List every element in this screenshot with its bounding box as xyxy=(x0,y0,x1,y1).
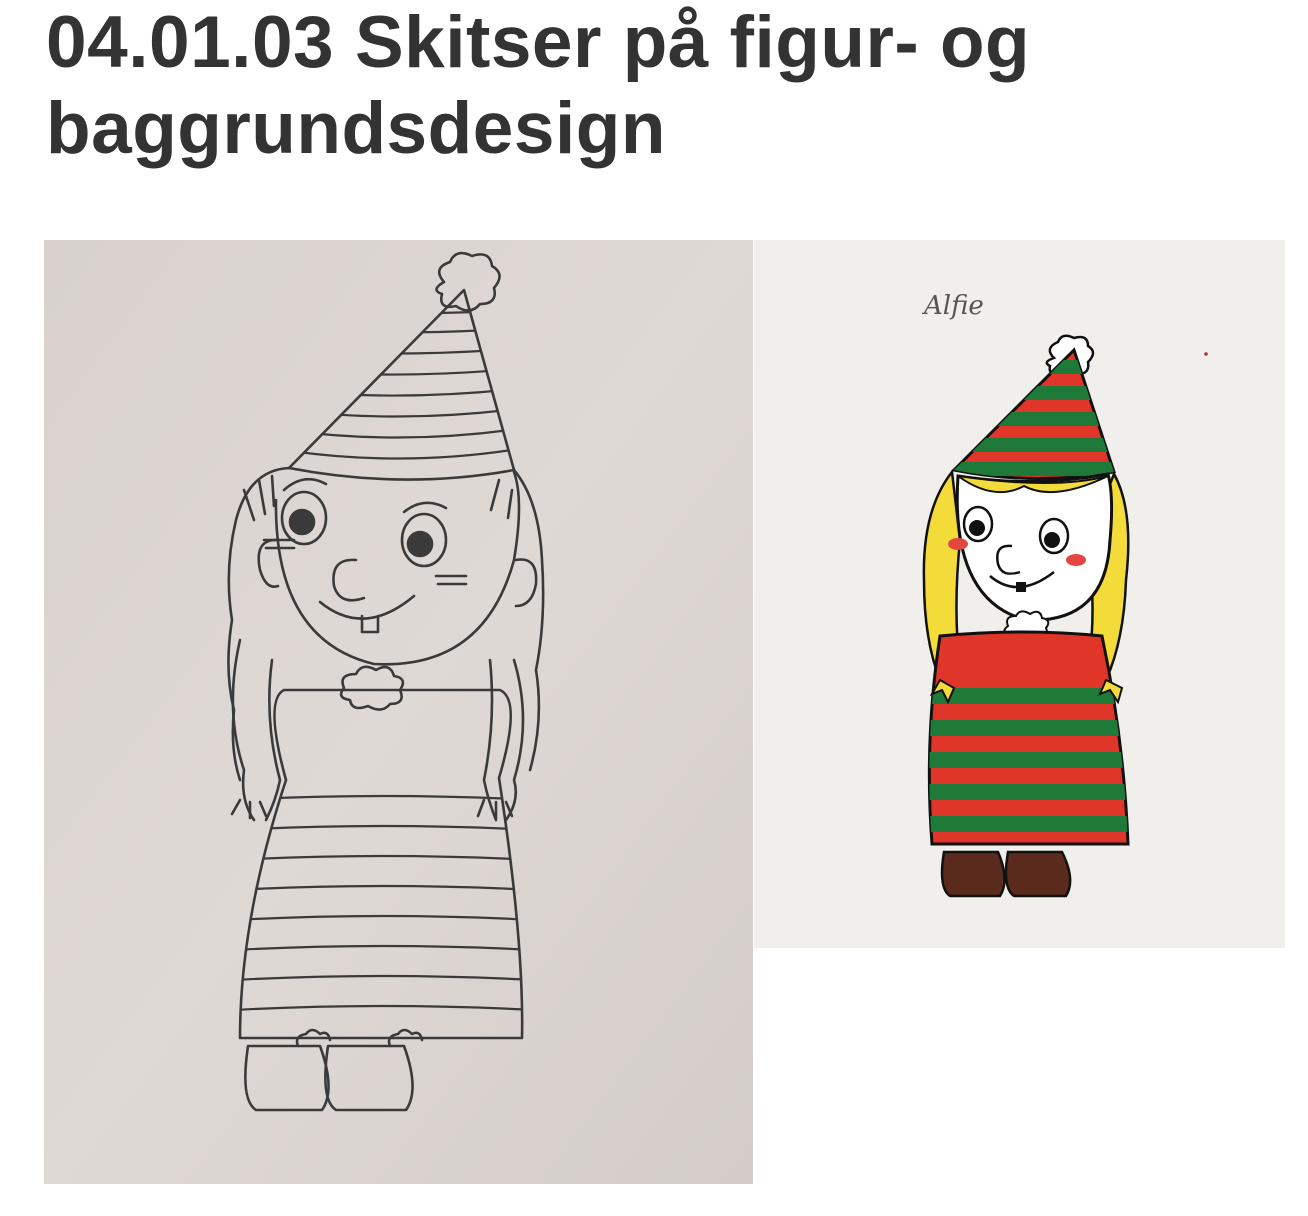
page-title: 04.01.03 Skitser på figur- og baggrundsd… xyxy=(46,2,1031,169)
signature-text: Alfie xyxy=(922,291,984,321)
colored-drawing-image: Alfie xyxy=(754,240,1285,948)
pencil-sketch-illustration xyxy=(44,240,753,1184)
colored-drawing-illustration: Alfie xyxy=(754,240,1285,948)
pencil-sketch-image xyxy=(44,240,753,1184)
